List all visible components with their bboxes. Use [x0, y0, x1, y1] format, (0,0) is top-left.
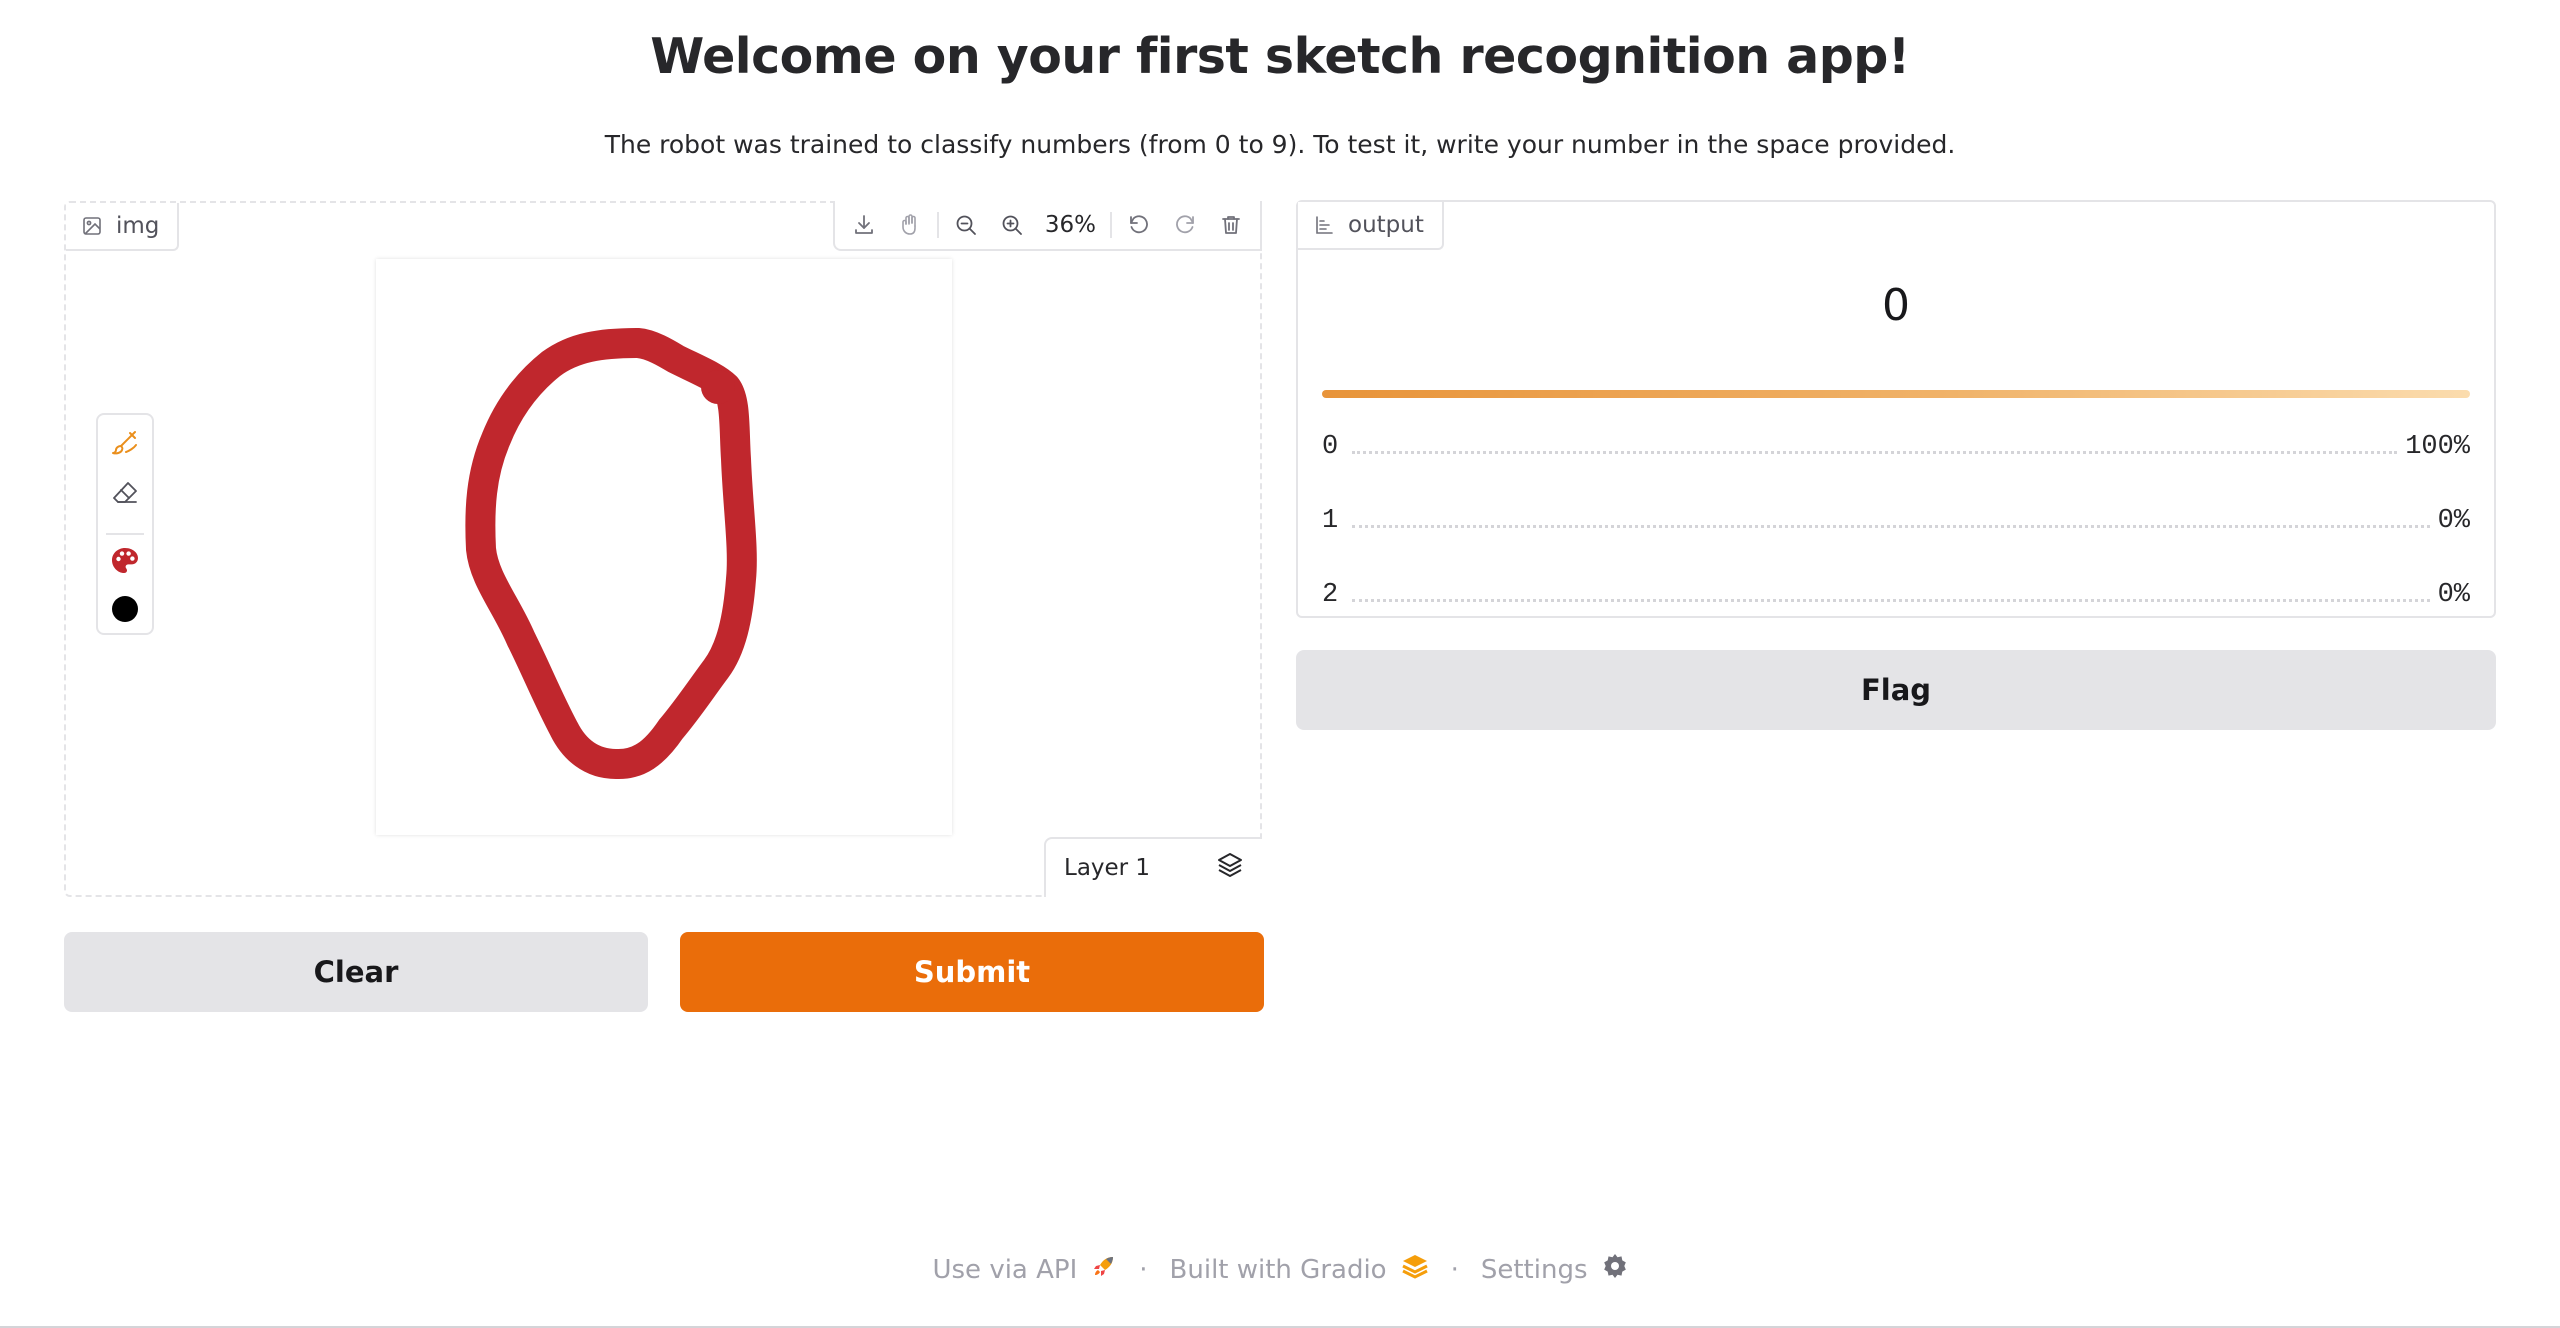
confidence-value: 0%: [2437, 506, 2470, 536]
editor-toolbar: 36%: [832, 201, 1262, 251]
confidence-label: 0: [1322, 432, 1339, 462]
clear-button[interactable]: Clear: [64, 932, 648, 1012]
built-with-gradio-link[interactable]: Built with Gradio: [1170, 1253, 1429, 1286]
image-editor: img 36% Layer 1: [64, 201, 1262, 897]
layer-label: Layer 1: [1064, 855, 1151, 881]
confidence-label: 1: [1322, 506, 1339, 536]
confidence-row: 1 0%: [1322, 501, 2470, 541]
dotted-leader: [1352, 450, 2398, 454]
layers-icon: [1216, 851, 1244, 885]
use-api-label: Use via API: [932, 1254, 1078, 1285]
black-color-swatch[interactable]: [98, 587, 152, 631]
image-icon: [82, 216, 102, 236]
zoom-out-icon[interactable]: [943, 202, 989, 248]
settings-link[interactable]: Settings: [1481, 1253, 1628, 1286]
confidence-bar: [1322, 390, 2470, 398]
built-with-label: Built with Gradio: [1169, 1254, 1387, 1285]
confidence-value: 0%: [2437, 580, 2470, 610]
predicted-label: 0: [1882, 280, 1910, 331]
tools-divider: [106, 533, 144, 535]
palette-icon[interactable]: [98, 539, 152, 583]
brush-icon[interactable]: [98, 421, 152, 465]
footer-separator: ·: [1450, 1254, 1459, 1285]
dotted-leader: [1352, 598, 2430, 602]
confidence-row: 0 100%: [1322, 427, 2470, 467]
page-title: Welcome on your first sketch recognition…: [650, 28, 1910, 85]
app-page: Welcome on your first sketch recognition…: [0, 0, 2560, 1328]
undo-icon[interactable]: [1116, 202, 1162, 248]
pan-icon[interactable]: [887, 202, 933, 248]
zoom-in-icon[interactable]: [989, 202, 1035, 248]
layer-selector[interactable]: Layer 1: [1044, 837, 1262, 897]
eraser-icon[interactable]: [98, 471, 152, 515]
page-description: The robot was trained to classify number…: [604, 130, 1956, 159]
zoom-level: 36%: [1044, 212, 1096, 238]
confidence-label: 2: [1322, 580, 1339, 610]
trash-icon[interactable]: [1208, 202, 1254, 248]
output-label-text: output: [1348, 212, 1424, 238]
confidence-row: 2 0%: [1322, 575, 2470, 615]
submit-button[interactable]: Submit: [680, 932, 1264, 1012]
settings-label: Settings: [1480, 1254, 1588, 1285]
redo-icon[interactable]: [1162, 202, 1208, 248]
download-icon[interactable]: [841, 202, 887, 248]
img-block-label: img: [66, 203, 180, 251]
output-panel: output 0 0 100% 1 0% 2 0%: [1296, 200, 2496, 618]
footer: Use via API · Built with Gradio · Settin…: [0, 1253, 2560, 1286]
sketch-stroke: [465, 328, 757, 780]
drawing-tools-panel: [96, 413, 154, 635]
img-label-text: img: [116, 213, 160, 239]
confidence-value: 100%: [2405, 432, 2470, 462]
footer-separator: ·: [1139, 1254, 1148, 1285]
output-block-label: output: [1298, 202, 1444, 250]
toolbar-separator: [1110, 212, 1112, 238]
rocket-icon: [1091, 1253, 1117, 1286]
chart-icon: [1314, 215, 1334, 235]
gradio-logo-icon: [1401, 1253, 1429, 1286]
gear-icon: [1602, 1253, 1628, 1286]
dotted-leader: [1352, 524, 2430, 528]
use-api-link[interactable]: Use via API: [932, 1253, 1117, 1286]
toolbar-separator: [936, 212, 939, 238]
flag-button[interactable]: Flag: [1296, 650, 2496, 730]
drawing-canvas[interactable]: [376, 259, 952, 835]
